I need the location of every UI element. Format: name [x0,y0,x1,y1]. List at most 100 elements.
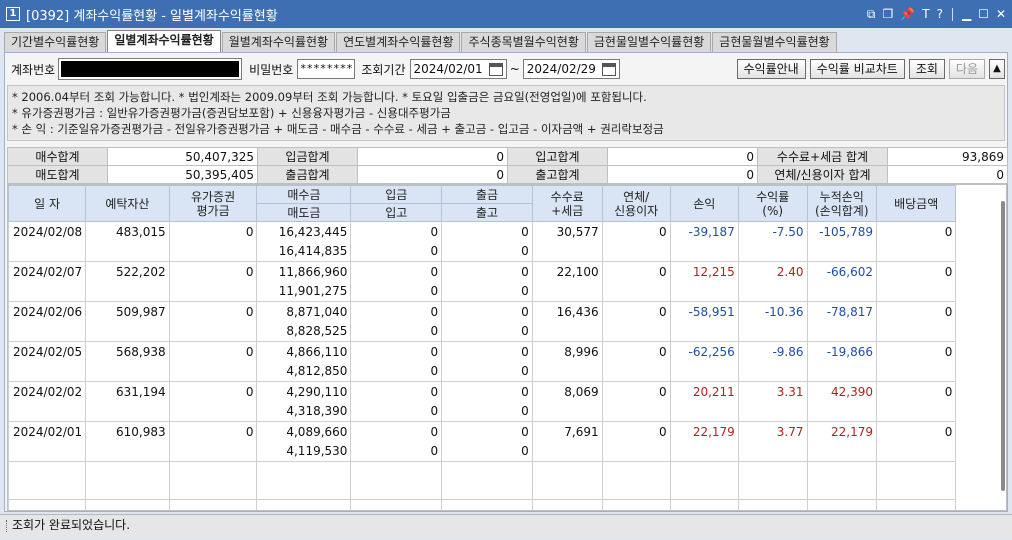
daily-return-grid[interactable]: 일 자 예탁자산 유가증권 평가금 매수금 입금 출금 수수료 +세금 연체/ … [7,184,1007,511]
withdraw-total-label: 출금합계 [257,165,358,184]
date-from-field[interactable]: 2024/02/01 [409,59,507,79]
cell-out: 0 [441,321,533,342]
cell-pnl: -62,256 [669,341,739,382]
cell-out: 0 [441,281,533,302]
cell-date: 2024/02/02 [8,381,87,422]
window-icon[interactable]: ⧉ [867,7,876,22]
cell-cumulative-pnl: -19,866 [806,341,878,382]
withdraw-total-value: 0 [357,165,508,184]
header-deposit-assets: 예탁자산 [85,185,170,222]
cell-securities-eval: 0 [168,301,258,342]
cell-deposit: 0 [350,381,443,402]
cell-cumulative-pnl: -105,789 [806,221,878,262]
header-dividend: 배당금액 [876,185,957,222]
cell-deposit: 0 [350,341,443,362]
account-number-field[interactable] [58,58,243,80]
cell-securities-eval: 0 [168,261,258,302]
empty-cell [531,499,603,510]
cell-out: 0 [441,361,533,382]
cell-pnl: 20,211 [669,381,739,422]
title-separator [951,7,953,21]
cell-deposit-assets: 568,938 [85,341,170,382]
close-icon[interactable]: ✕ [996,7,1006,21]
cell-spacer [956,382,1006,422]
tab-daily-account-return[interactable]: 일별계좌수익률현황 [107,30,221,52]
font-icon[interactable]: T [922,7,929,21]
minimize-icon[interactable]: ▁ [962,7,971,21]
cell-pnl: 12,215 [669,261,739,302]
table-row[interactable]: 2024/02/06 509,987 0 8,871,040 0 0 16,436 0 -58,… [8,301,1006,342]
tab-period-return[interactable]: 기간별수익률현황 [4,32,107,52]
calendar-icon[interactable] [601,62,616,76]
table-row[interactable]: 2024/02/05 568,938 0 4,866,110 0 0 8,996 0 -62,2… [8,341,1006,382]
cell-buy-amount: 4,866,110 [256,341,352,362]
cell-dividend: 0 [876,301,957,342]
empty-cell [806,499,878,510]
overdue-total-value: 0 [887,165,1008,184]
cell-securities-eval: 0 [168,421,258,462]
cell-in: 0 [350,401,443,422]
cell-sell-amount: 4,119,530 [256,441,352,462]
cell-dividend: 0 [876,341,957,382]
cell-fee-tax: 16,436 [531,301,603,342]
restore-icon[interactable]: ❐ [883,7,894,21]
date-to-field[interactable]: 2024/02/29 [522,59,620,79]
cell-date: 2024/02/05 [8,341,87,382]
empty-cell [441,461,533,500]
status-bar: 조회가 완료되었습니다. [0,514,1012,538]
table-row[interactable]: 2024/02/01 610,983 0 4,089,660 0 0 7,691 0 22,17… [8,421,1006,462]
cell-sell-amount: 11,901,275 [256,281,352,302]
empty-cell [85,461,170,500]
table-row[interactable]: 2024/02/02 631,194 0 4,290,110 0 0 8,069 0 20,21… [8,381,1006,422]
tab-monthly-account-return[interactable]: 월별계좌수익률현황 [221,32,336,52]
header-out: 출고 [441,203,533,222]
help-icon[interactable]: ? [937,7,943,21]
next-button[interactable]: 다음 [948,59,985,79]
table-row[interactable]: 2024/02/08 483,015 0 16,423,445 0 0 30,577 0 -39… [8,221,1006,262]
header-deposit: 입금 [350,185,443,204]
sell-total-label: 매도합계 [7,165,108,184]
cell-deposit: 0 [350,261,443,282]
cell-deposit-assets: 631,194 [85,381,170,422]
cell-out: 0 [441,441,533,462]
cell-dividend: 0 [876,261,957,302]
return-chart-button[interactable]: 수익률 비교차트 [809,59,905,79]
table-row[interactable]: 2024/02/07 522,202 0 11,866,960 0 0 22,100 0 12,… [8,261,1006,302]
cell-buy-amount: 4,290,110 [256,381,352,402]
cell-date: 2024/02/07 [8,261,87,302]
tab-gold-daily-return[interactable]: 금현물일별수익률현황 [586,32,712,52]
empty-cell [85,499,170,510]
empty-cell [737,461,808,500]
cell-date: 2024/02/01 [8,421,87,462]
collapse-button[interactable]: ▲ [989,59,1005,79]
cell-out: 0 [441,241,533,262]
cell-date: 2024/02/06 [8,301,87,342]
grid-body: 2024/02/08 483,015 0 16,423,445 0 0 30,577 0 -39… [8,221,1006,510]
empty-cell [256,499,352,510]
empty-cell [531,461,603,500]
password-field[interactable]: ******** [297,59,356,79]
cell-securities-eval: 0 [168,341,258,382]
maximize-icon[interactable]: ☐ [978,7,989,21]
cell-withdraw: 0 [441,341,533,362]
calendar-icon[interactable] [488,62,503,76]
empty-cell [441,499,533,510]
vertical-scrollbar[interactable] [1001,201,1005,491]
cell-securities-eval: 0 [168,221,258,262]
return-guide-button[interactable]: 수익률안내 [736,59,806,79]
pin-icon[interactable]: 📌 [900,7,915,21]
cell-cumulative-pnl: 42,390 [806,381,878,422]
cell-cumulative-pnl: -66,602 [806,261,878,302]
cell-in: 0 [350,321,443,342]
tab-stock-monthly-return[interactable]: 주식종목별월수익현황 [461,32,586,52]
cell-in: 0 [350,441,443,462]
empty-cell [601,499,671,510]
empty-cell [350,499,443,510]
query-button[interactable]: 조회 [908,59,945,79]
tab-gold-monthly-return[interactable]: 금현물월별수익률현황 [712,32,837,52]
empty-cell [8,461,87,500]
header-spacer [955,185,1006,222]
tab-yearly-account-return[interactable]: 연도별계좌수익률현황 [336,32,461,52]
header-buy-amount: 매수금 [256,185,352,204]
cell-deposit-assets: 483,015 [85,221,170,262]
